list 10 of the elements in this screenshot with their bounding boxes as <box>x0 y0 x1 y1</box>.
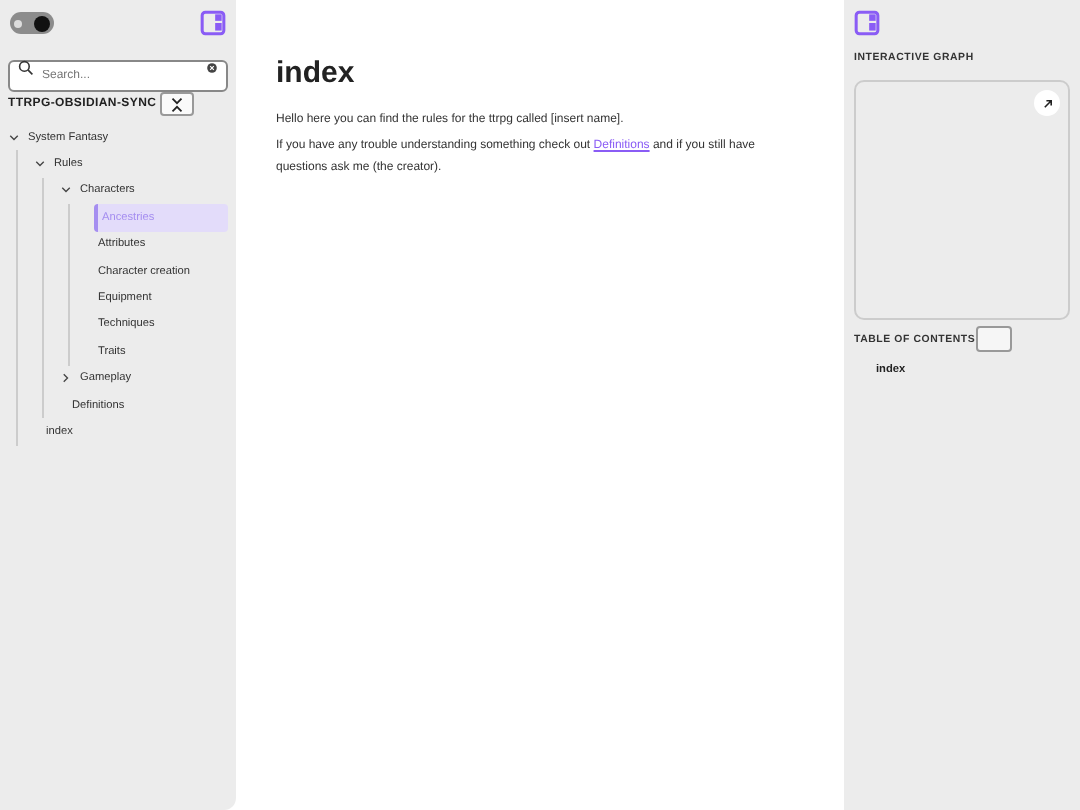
expand-button[interactable] <box>1034 90 1060 116</box>
sidebar-toggle-icon[interactable] <box>200 10 226 36</box>
arrow-up-right-icon <box>1039 95 1055 111</box>
page-title: index <box>276 56 357 90</box>
theme-toggle[interactable] <box>10 12 54 34</box>
sidebar-toggle-icon[interactable] <box>854 10 880 36</box>
collapse-all-button[interactable] <box>160 92 195 116</box>
collapse-icon <box>168 95 187 113</box>
toc-toggle-button[interactable] <box>975 326 1012 352</box>
clear-icon[interactable] <box>206 62 218 74</box>
